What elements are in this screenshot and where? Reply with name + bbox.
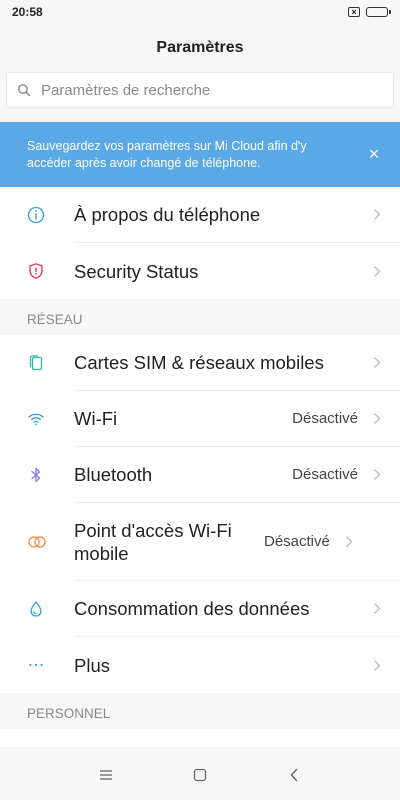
row-label: À propos du téléphone: [74, 204, 261, 225]
title-bar: Paramètres: [0, 24, 400, 72]
close-icon[interactable]: ×: [364, 144, 384, 165]
shield-icon: [0, 262, 74, 280]
row-bluetooth[interactable]: Bluetooth Désactivé: [0, 447, 400, 503]
row-label: Consommation des données: [74, 598, 310, 619]
page-title: Paramètres: [156, 39, 244, 56]
bluetooth-icon: [0, 466, 74, 484]
bluetooth-status: Désactivé: [292, 466, 358, 483]
search-icon: [17, 83, 31, 97]
status-bar: 20:58 ×: [0, 0, 400, 24]
navigation-bar: [0, 750, 400, 800]
chevron-right-icon: [372, 602, 382, 616]
banner-text: Sauvegardez vos paramètres sur Mi Cloud …: [27, 138, 307, 170]
search-box[interactable]: [6, 72, 394, 108]
section-header-network: RÉSEAU: [0, 299, 400, 335]
back-icon[interactable]: [282, 763, 306, 787]
search-container: [0, 72, 400, 122]
mi-cloud-banner[interactable]: Sauvegardez vos paramètres sur Mi Cloud …: [0, 122, 400, 187]
row-security-status[interactable]: Security Status: [0, 243, 400, 299]
row-label: Plus: [74, 654, 110, 676]
menu-icon[interactable]: [94, 763, 118, 787]
partial-row: [0, 729, 400, 747]
chevron-right-icon: [372, 412, 382, 426]
chevron-right-icon: [372, 658, 382, 672]
row-hotspot[interactable]: Point d'accès Wi-Fi mobile Désactivé: [0, 503, 400, 581]
chevron-right-icon: [372, 208, 382, 222]
chevron-right-icon: [344, 535, 354, 549]
wifi-icon: [0, 410, 74, 428]
row-label: Wi-Fi: [74, 408, 118, 429]
chevron-right-icon: [372, 356, 382, 370]
row-label: Security Status: [74, 260, 199, 282]
row-label: Point d'accès Wi-Fi mobile: [74, 519, 232, 564]
info-icon: [0, 206, 74, 224]
row-wifi[interactable]: Wi-Fi Désactivé: [0, 391, 400, 447]
row-more[interactable]: Plus: [0, 637, 400, 693]
wifi-status: Désactivé: [292, 410, 358, 427]
data-usage-icon: [0, 600, 74, 618]
top-group: À propos du téléphone Security Status: [0, 187, 400, 299]
chevron-right-icon: [372, 264, 382, 278]
sim-cards-icon: [0, 354, 74, 372]
status-time: 20:58: [12, 5, 43, 19]
chevron-right-icon: [372, 468, 382, 482]
sim-x-icon: ×: [348, 7, 360, 17]
hotspot-icon: [0, 533, 74, 551]
row-sim-cards[interactable]: Cartes SIM & réseaux mobiles: [0, 335, 400, 391]
search-input[interactable]: [41, 81, 383, 99]
network-group: Cartes SIM & réseaux mobiles Wi-Fi Désac…: [0, 335, 400, 693]
status-icons: ×: [348, 7, 391, 17]
battery-icon: [366, 7, 391, 17]
row-label: Cartes SIM & réseaux mobiles: [74, 352, 324, 373]
home-icon[interactable]: [188, 763, 212, 787]
row-about-phone[interactable]: À propos du téléphone: [0, 187, 400, 243]
more-icon: [0, 656, 74, 674]
hotspot-status: Désactivé: [264, 533, 330, 550]
row-label: Bluetooth: [74, 464, 153, 485]
section-header-personal: PERSONNEL: [0, 693, 400, 729]
row-data-usage[interactable]: Consommation des données: [0, 581, 400, 637]
